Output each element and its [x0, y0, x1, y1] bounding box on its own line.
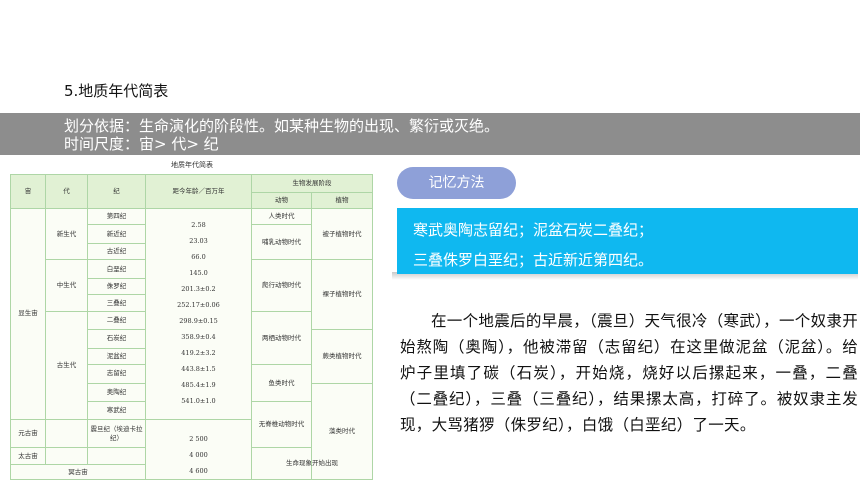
eon-phanerozoic: 显生宙 [10, 207, 46, 420]
eon-proterozoic: 元古宙 [10, 418, 46, 449]
header-bio: 生物发展阶段 [251, 174, 373, 193]
empty-cell [87, 447, 146, 466]
empty-cell [45, 418, 88, 449]
plant-angiosperm: 被子植物时代 [311, 207, 373, 261]
period-cell: 泥盆纪 [87, 347, 146, 366]
age-value: 4 000 [189, 451, 208, 459]
header-age: 距今年龄／百万年 [145, 174, 252, 209]
section-title: 5.地质年代简表 [64, 82, 169, 100]
age-value: 298.9±0.15 [179, 316, 218, 325]
age-value: 66.0 [191, 252, 206, 261]
period-cell: 侏罗纪 [87, 277, 146, 296]
header-plant: 植物 [311, 191, 373, 209]
age-column: 2.58 23.03 66.0 145.0 201.3±0.2 252.17±0… [145, 207, 252, 420]
period-cell: 寒武纪 [87, 400, 146, 420]
plant-fern: 蕨类植物时代 [311, 329, 373, 384]
animal-invertebrate: 无脊椎动物时代 [251, 400, 312, 449]
eon-archean: 太古宙 [10, 447, 46, 466]
header-era: 代 [45, 174, 88, 209]
header-period: 纪 [87, 174, 146, 209]
animal-mammal: 哺乳动物时代 [251, 224, 312, 261]
table-caption: 地质年代简表 [171, 161, 213, 169]
age-value: 23.03 [189, 236, 208, 245]
period-cell: 白垩纪 [87, 259, 146, 279]
empty-cell [45, 447, 88, 466]
period-sinian: 震旦纪（埃迪卡拉纪） [87, 418, 146, 449]
age-value: 252.17±0.06 [177, 300, 220, 309]
memory-method-pill: 记忆方法 [397, 167, 516, 199]
criteria-scale: 时间尺度：宙> 代> 纪 [64, 135, 219, 153]
era-paleozoic: 古生代 [45, 311, 88, 420]
animal-human: 人类时代 [251, 207, 312, 226]
animal-fish: 鱼类时代 [251, 364, 312, 402]
era-cenozoic: 新生代 [45, 207, 88, 261]
era-mesozoic: 中生代 [45, 259, 88, 313]
age-value: 145.0 [189, 268, 208, 277]
period-cell: 古近纪 [87, 242, 146, 261]
age-value: 4 600 [189, 467, 208, 475]
age-value: 2.58 [191, 220, 206, 229]
mnemonic-line-2: 三叠侏罗白垩纪；古近新近第四纪。 [413, 251, 654, 269]
age-value: 419.2±3.2 [181, 348, 216, 357]
age-value: 485.4±1.9 [181, 380, 216, 389]
header-animal: 动物 [251, 191, 312, 209]
mnemonic-story: 在一个地震后的早晨，（震旦）天气很冷（寒武），一个奴隶开始熬陶（奥陶），他被滞留… [400, 312, 858, 434]
plant-gymnosperm: 裸子植物时代 [311, 259, 373, 331]
age-value: 201.3±0.2 [181, 284, 216, 293]
age-value: 2 500 [189, 435, 208, 443]
age-value: 443.8±1.5 [181, 364, 216, 373]
period-cell: 新近纪 [87, 224, 146, 244]
life-origin: 生命现象开始出现 [251, 447, 373, 480]
period-cell: 志留纪 [87, 364, 146, 384]
period-cell: 三叠纪 [87, 294, 146, 313]
age-value: 541.0±1.0 [181, 396, 216, 405]
period-cell: 石炭纪 [87, 329, 146, 349]
mnemonic-line-1: 寒武奥陶志留纪；泥盆石炭二叠纪； [413, 221, 654, 239]
period-cell: 二叠纪 [87, 311, 146, 331]
eon-hadean: 冥古宙 [10, 464, 146, 480]
criteria-basis: 划分依据：生命演化的阶段性。如某种生物的出现、繁衍或灭绝。 [64, 117, 500, 135]
period-cell: 奥陶纪 [87, 382, 146, 402]
animal-amphibian: 两栖动物时代 [251, 311, 312, 366]
period-cell: 第四纪 [87, 207, 146, 226]
animal-reptile: 爬行动物时代 [251, 259, 312, 313]
geologic-timescale-table: 宙 代 纪 距今年龄／百万年 生物发展阶段 动物 植物 显生宙 新生代 第四纪 … [10, 174, 373, 481]
table-header-row: 宙 代 纪 距今年龄／百万年 生物发展阶段 [10, 174, 373, 209]
age-column-lower: 2 500 4 000 4 600 [145, 418, 252, 481]
header-eon: 宙 [10, 174, 46, 209]
geologic-timescale-figure: 地质年代简表 宙 代 纪 距今年龄／百万年 生物发展阶段 动物 植物 显生宙 新… [10, 156, 374, 481]
age-value: 358.9±0.4 [181, 332, 216, 341]
